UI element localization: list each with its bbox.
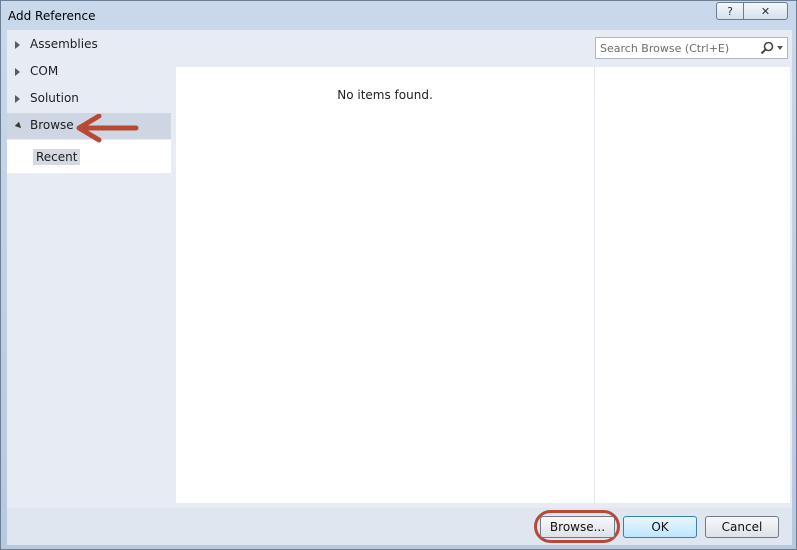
close-icon: ✕ [760, 4, 771, 18]
sidebar-item-label: Assemblies [30, 37, 98, 51]
add-reference-dialog: Add Reference ? ✕ Assemblies COM Solutio… [0, 0, 797, 550]
sidebar-item-solution[interactable]: Solution [7, 86, 171, 112]
collapse-triangle-icon[interactable] [14, 121, 24, 131]
title-bar-buttons: ? ✕ [716, 2, 788, 20]
sidebar-subitem-label: Recent [33, 149, 81, 165]
ok-button[interactable]: OK [623, 516, 697, 538]
dialog-footer: Browse... OK Cancel [7, 508, 792, 545]
category-sidebar: Assemblies COM Solution Browse Recent [7, 30, 171, 508]
dialog-title: Add Reference [8, 9, 96, 23]
search-box[interactable] [595, 37, 788, 59]
help-button[interactable]: ? [716, 2, 743, 20]
expand-triangle-icon[interactable] [15, 95, 20, 103]
close-button[interactable]: ✕ [743, 2, 788, 20]
empty-list-message: No items found. [337, 88, 433, 102]
expand-triangle-icon[interactable] [15, 41, 20, 49]
sidebar-item-label: Browse [30, 118, 74, 132]
browse-button[interactable]: Browse... [540, 516, 615, 538]
annotation-arrow-icon [76, 114, 139, 143]
cancel-button[interactable]: Cancel [705, 516, 779, 538]
sidebar-subitem-recent[interactable]: Recent [7, 140, 171, 173]
sidebar-item-label: Solution [30, 91, 79, 105]
help-icon: ? [727, 4, 733, 18]
sidebar-item-assemblies[interactable]: Assemblies [7, 32, 171, 58]
search-options-dropdown-icon[interactable] [777, 46, 783, 50]
details-pane [594, 67, 790, 503]
sidebar-item-label: COM [30, 64, 59, 78]
reference-list[interactable]: No items found. [176, 67, 594, 503]
search-input[interactable] [596, 38, 764, 58]
dialog-body: Assemblies COM Solution Browse Recent Se… [7, 30, 792, 545]
sidebar-item-com[interactable]: COM [7, 59, 171, 85]
title-bar[interactable]: Add Reference ? ✕ [1, 1, 796, 30]
expand-triangle-icon[interactable] [15, 68, 20, 76]
search-icon[interactable] [759, 40, 775, 56]
